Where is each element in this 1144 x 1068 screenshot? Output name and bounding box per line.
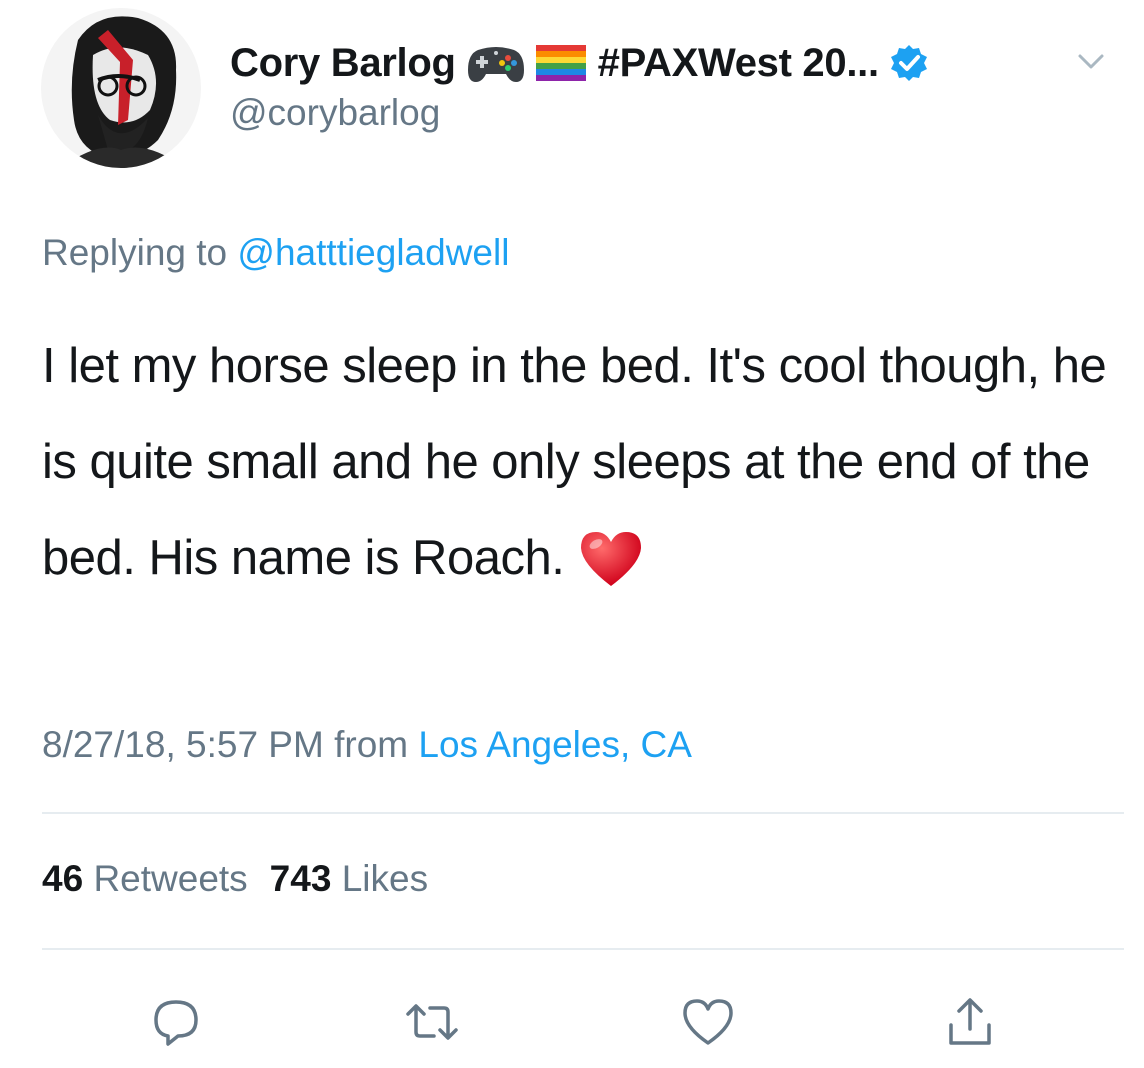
retweet-icon [406,1004,458,1040]
likes-stat[interactable]: 743 Likes [270,858,428,899]
retweets-count: 46 [42,858,84,899]
video-game-controller-icon [466,42,526,84]
share-icon [949,998,991,1045]
divider [42,812,1124,814]
red-heart-icon [578,524,644,620]
retweets-stat[interactable]: 46 Retweets [42,858,248,899]
avatar-illustration [41,8,201,168]
tweet-stats: 46 Retweets 743 Likes [42,858,428,900]
user-handle[interactable]: @corybarlog [230,92,440,134]
reply-mention-link[interactable]: @hatttiegladwell [237,232,509,273]
share-button[interactable] [940,992,1000,1052]
tweet-meta: 8/27/18, 5:57 PM from Los Angeles, CA [42,724,692,766]
reply-button[interactable] [146,992,206,1052]
display-name[interactable]: Cory Barlog [230,41,456,86]
retweets-label: Retweets [93,858,248,899]
reply-context: Replying to @hatttiegladwell [42,232,509,274]
avatar[interactable] [38,0,204,178]
reply-icon [154,1000,198,1046]
tweet-timestamp[interactable]: 8/27/18, 5:57 PM [42,724,324,765]
tweet-text: I let my horse sleep in the bed. It's co… [42,318,1112,620]
display-name-suffix[interactable]: #PAXWest 20... [598,41,879,86]
likes-label: Likes [341,858,429,899]
reply-prefix: Replying to [42,232,228,273]
divider [42,948,1124,950]
from-label: from [334,724,409,765]
action-bar [0,992,1144,1056]
tweet-text-content: I let my horse sleep in the bed. It's co… [42,339,1107,585]
like-button[interactable] [678,992,738,1052]
verified-badge-icon [889,43,929,83]
rainbow-flag-icon [535,45,586,81]
retweet-button[interactable] [402,992,462,1052]
location-link[interactable]: Los Angeles, CA [418,724,692,765]
likes-count: 743 [269,858,332,899]
name-row[interactable]: Cory Barlog #PAXWest 20... [230,36,929,90]
chevron-down-icon[interactable] [1074,44,1108,78]
tweet-detail: Cory Barlog #PAXWest 20... @corybarlog R… [0,0,1144,1068]
like-icon [683,999,733,1045]
